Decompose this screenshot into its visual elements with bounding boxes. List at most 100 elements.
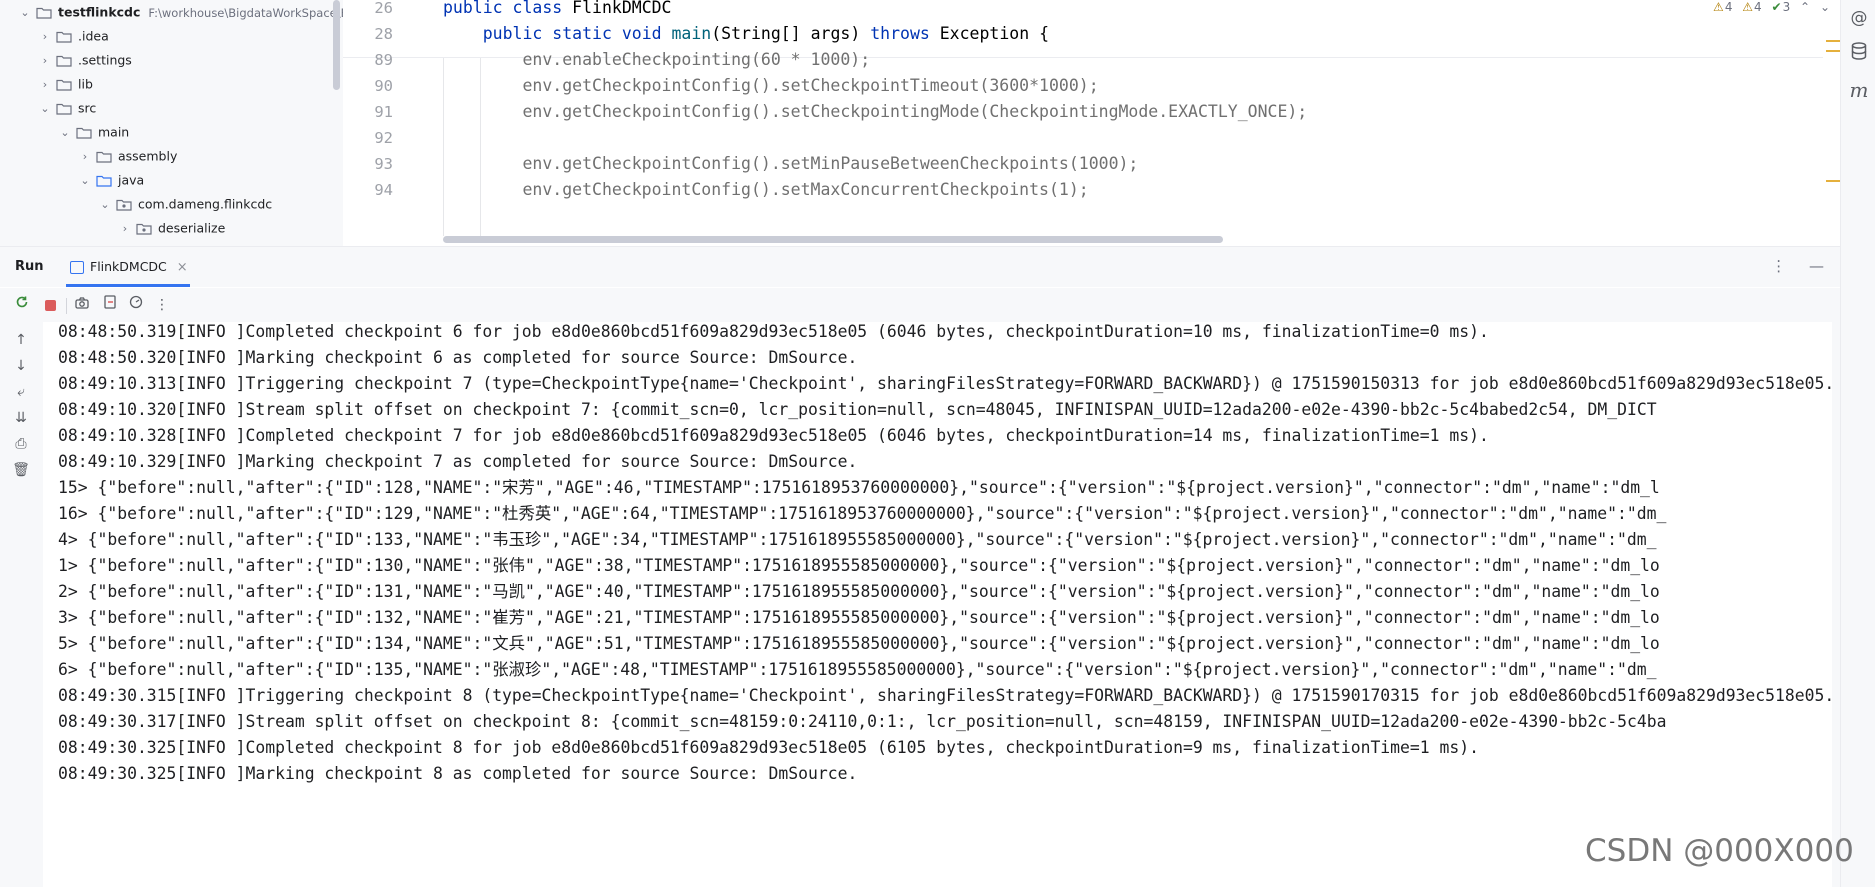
chevron-right-icon[interactable]: ›	[78, 145, 92, 169]
tree-item[interactable]: ⌄ src	[38, 96, 96, 120]
camera-icon[interactable]	[72, 295, 92, 315]
chevron-down-icon[interactable]: ⌄	[98, 193, 112, 217]
code-token: env.getCheckpointConfig().setMinPauseBet…	[443, 154, 1139, 173]
trash-icon[interactable]: 🗑	[11, 460, 31, 480]
error-stripe-marker[interactable]	[1826, 40, 1840, 42]
code-token: void	[621, 24, 672, 43]
project-tree[interactable]: ⌄ testflinkcdc F:\workhouse\BigdataWorkSpa…	[0, 0, 343, 246]
arrow-down-icon[interactable]: ↓	[11, 356, 31, 376]
tree-item[interactable]: › .idea	[38, 24, 109, 48]
tree-item[interactable]: ⌄ com.dameng.flinkcdc	[98, 192, 272, 216]
tree-item[interactable]: › deserialize	[118, 216, 226, 241]
folder-icon	[56, 79, 72, 91]
stop-button[interactable]	[40, 295, 60, 315]
chevron-down-icon[interactable]: ⌄	[18, 1, 32, 25]
folder-icon	[56, 55, 72, 67]
run-configuration-icon	[70, 261, 84, 274]
console-line[interactable]: 08:49:30.325[INFO ]Marking checkpoint 8 …	[58, 758, 857, 789]
tree-item-path: F:\workhouse\BigdataWorkSpace\B	[148, 5, 343, 20]
chevron-down-icon[interactable]: ⌄	[58, 121, 72, 145]
weak-warning-icon: ⚠	[1742, 0, 1754, 14]
line-number: 26	[374, 0, 393, 17]
scroll-to-end-icon[interactable]: ⇊	[11, 408, 31, 428]
code-line[interactable]: public class FlinkDMCDC	[443, 0, 672, 17]
run-header-actions: ⋮ —	[1753, 257, 1824, 275]
folder-icon	[96, 151, 112, 163]
code-line[interactable]: env.getCheckpointConfig().setMinPauseBet…	[443, 154, 1138, 173]
maven-icon[interactable]: m	[1849, 80, 1869, 100]
folder-icon	[96, 175, 112, 187]
code-line[interactable]: env.enableCheckpointing(60 * 1000);	[443, 50, 870, 69]
chevron-down-icon[interactable]: ⌄	[78, 169, 92, 193]
profiler-icon[interactable]	[126, 295, 146, 315]
chevron-up-icon[interactable]: ⌃	[1800, 0, 1810, 14]
rerun-button[interactable]	[12, 295, 32, 315]
code-token: static	[552, 24, 622, 43]
folder-icon	[76, 127, 92, 139]
top-area: ⌄ testflinkcdc F:\workhouse\BigdataWorkSpa…	[0, 0, 1875, 246]
project-tree-scrollbar[interactable]	[333, 0, 340, 90]
chevron-right-icon[interactable]: ›	[38, 73, 52, 97]
line-number: 94	[374, 181, 393, 199]
code-token: env.getCheckpointConfig().setCheckpointT…	[443, 76, 1099, 95]
run-toolbar: ⋮	[0, 288, 1840, 322]
tree-item[interactable]: › .settings	[38, 48, 132, 72]
more-options-icon[interactable]: ⋮	[1771, 257, 1786, 275]
line-number: 89	[374, 51, 393, 69]
chevron-down-icon[interactable]: ⌄	[1820, 0, 1830, 14]
ai-assistant-icon[interactable]: @	[1849, 8, 1869, 28]
tree-item[interactable]: › lib	[38, 72, 93, 96]
line-number: 91	[374, 103, 393, 121]
chevron-right-icon[interactable]: ›	[38, 25, 52, 49]
code-token: env.enableCheckpointing(60 * 1000);	[443, 50, 871, 69]
code-line[interactable]: env.getCheckpointConfig().setCheckpointi…	[443, 102, 1307, 121]
tree-item-label: .settings	[78, 52, 132, 68]
code-editor[interactable]: 26 public class FlinkDMCDC 28 public stati…	[343, 0, 1840, 246]
tree-item[interactable]: ⌄ testflinkcdc F:\workhouse\BigdataWorkSpa…	[18, 0, 343, 24]
exit-icon[interactable]	[100, 295, 120, 315]
editor-horizontal-scrollbar[interactable]	[443, 236, 1223, 243]
code-token: env.getCheckpointConfig().setMaxConcurre…	[443, 180, 1089, 199]
minimize-icon[interactable]: —	[1809, 257, 1824, 275]
run-tab-label: FlinkDMCDC	[90, 259, 167, 274]
tree-item-label: com.dameng.flinkcdc	[138, 196, 273, 212]
error-stripe-marker[interactable]	[1826, 180, 1840, 182]
warning-icon: ⚠	[1713, 0, 1724, 14]
soft-wrap-icon[interactable]: ⤶	[11, 382, 31, 402]
code-line[interactable]: env.getCheckpointConfig().setCheckpointT…	[443, 76, 1099, 95]
run-tab-flinkdmcdc[interactable]: FlinkDMCDC ×	[66, 247, 192, 287]
tree-item-label: src	[78, 100, 97, 116]
close-tab-icon[interactable]: ×	[177, 260, 188, 275]
code-token: public	[443, 24, 553, 43]
line-number: 90	[374, 77, 393, 95]
console-scrollbar[interactable]	[1832, 322, 1840, 887]
database-icon[interactable]	[1849, 42, 1869, 62]
folder-icon	[56, 31, 72, 43]
active-tab-indicator	[66, 284, 190, 287]
module-folder-icon	[36, 7, 52, 19]
tree-item[interactable]: › assembly	[78, 144, 178, 169]
chevron-right-icon[interactable]: ›	[118, 217, 132, 241]
console-side-toolbar: ↑ ↓ ⤶ ⇊ ⎙ 🗑	[0, 322, 43, 887]
more-toolbar-icon[interactable]: ⋮	[152, 295, 172, 315]
inspection-widget[interactable]: ⚠4 ⚠4 ✔3 ⌃ ⌄	[1707, 0, 1830, 14]
chevron-right-icon[interactable]: ›	[38, 49, 52, 73]
print-icon[interactable]: ⎙	[11, 434, 31, 454]
code-token: class	[512, 0, 573, 17]
tree-item[interactable]: ⌄ main	[58, 120, 129, 144]
code-line[interactable]: env.getCheckpointConfig().setMaxConcurre…	[443, 180, 1089, 199]
tree-item-label: deserialize	[158, 220, 226, 236]
arrow-up-icon[interactable]: ↑	[11, 330, 31, 350]
line-number: 28	[374, 25, 393, 43]
error-stripe-marker[interactable]	[1826, 50, 1840, 52]
console-output[interactable]: 08:48:50.319[INFO ]Completed checkpoint …	[43, 322, 1840, 887]
code-token: public	[443, 0, 513, 17]
check-icon: ✔	[1771, 0, 1782, 14]
code-token: main	[671, 24, 712, 43]
code-line[interactable]: public static void main(String[] args) t…	[443, 24, 1049, 43]
weak-warning-count: 4	[1754, 0, 1762, 14]
code-token: env.getCheckpointConfig().setCheckpointi…	[443, 102, 1308, 121]
chevron-down-icon[interactable]: ⌄	[38, 97, 52, 121]
tree-item[interactable]: ⌄ java	[78, 168, 144, 192]
code-token: throws	[870, 24, 940, 43]
